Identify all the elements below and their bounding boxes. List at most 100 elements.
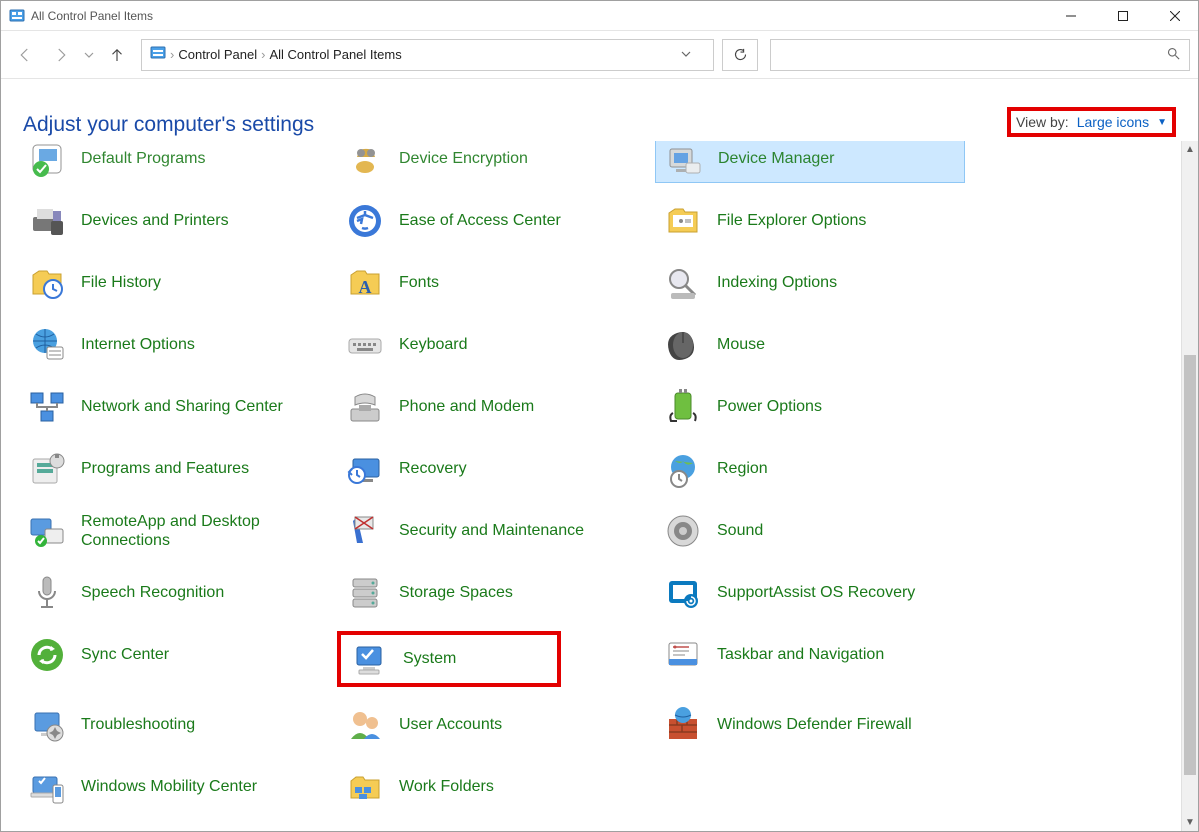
cp-item-power-options[interactable]: Power Options — [655, 383, 965, 431]
cp-item-label: Device Encryption — [399, 149, 528, 168]
sound-icon — [661, 509, 705, 553]
cp-item-label: Programs and Features — [81, 459, 249, 478]
cp-item-speech-recognition[interactable]: Speech Recognition — [19, 569, 329, 617]
devices-printers-icon — [25, 199, 69, 243]
cp-item-label: Mouse — [717, 335, 765, 354]
items-grid: Default Programs Device Encryption Device … — [1, 141, 1181, 831]
cp-item-label: File History — [81, 273, 161, 292]
cp-item-label: Devices and Printers — [81, 211, 229, 230]
scrollbar-thumb[interactable] — [1184, 355, 1196, 775]
cp-item-label: Security and Maintenance — [399, 521, 584, 540]
titlebar: All Control Panel Items — [1, 1, 1198, 31]
remoteapp-icon — [25, 509, 69, 553]
cp-item-work-folders[interactable]: Work Folders — [337, 763, 647, 811]
nav-recent-dropdown[interactable] — [81, 39, 97, 71]
cp-item-security-and-maintenance[interactable]: Security and Maintenance — [337, 507, 647, 555]
close-button[interactable] — [1152, 1, 1198, 31]
maximize-button[interactable] — [1100, 1, 1146, 31]
cp-item-label: Sound — [717, 521, 763, 540]
cp-item-keyboard[interactable]: Keyboard — [337, 321, 647, 369]
cp-item-label: Network and Sharing Center — [81, 397, 283, 416]
cp-item-windows-defender-firewall[interactable]: Windows Defender Firewall — [655, 701, 965, 749]
cp-item-file-history[interactable]: File History — [19, 259, 329, 307]
minimize-button[interactable] — [1048, 1, 1094, 31]
breadcrumb-seg-all-items[interactable]: All Control Panel Items — [269, 47, 401, 62]
control-panel-app-icon — [9, 8, 25, 24]
cp-item-fonts[interactable]: AFonts — [337, 259, 647, 307]
cp-item-label: Sync Center — [81, 645, 169, 664]
cp-item-label: Keyboard — [399, 335, 468, 354]
cp-item-device-encryption[interactable]: Device Encryption — [337, 141, 647, 183]
work-folders-icon — [343, 765, 387, 809]
default-programs-icon — [25, 141, 69, 181]
device-manager-icon — [662, 141, 706, 181]
cp-item-remoteapp-and-desktop-connections[interactable]: RemoteApp and Desktop Connections — [19, 507, 329, 555]
nav-forward-button[interactable] — [45, 39, 77, 71]
cp-item-region[interactable]: Region — [655, 445, 965, 493]
cp-item-label: Recovery — [399, 459, 467, 478]
cp-item-label: File Explorer Options — [717, 211, 866, 230]
cp-item-windows-mobility-center[interactable]: Windows Mobility Center — [19, 763, 329, 811]
taskbar-nav-icon — [661, 633, 705, 677]
cp-item-label: Power Options — [717, 397, 822, 416]
navbar: › Control Panel › All Control Panel Item… — [1, 31, 1198, 79]
cp-item-sync-center[interactable]: Sync Center — [19, 631, 329, 679]
refresh-button[interactable] — [722, 39, 758, 71]
cp-item-programs-and-features[interactable]: Programs and Features — [19, 445, 329, 493]
cp-item-storage-spaces[interactable]: Storage Spaces — [337, 569, 647, 617]
cp-item-file-explorer-options[interactable]: File Explorer Options — [655, 197, 965, 245]
nav-back-button[interactable] — [9, 39, 41, 71]
cp-item-internet-options[interactable]: Internet Options — [19, 321, 329, 369]
cp-item-troubleshooting[interactable]: Troubleshooting — [19, 701, 329, 749]
cp-item-mouse[interactable]: Mouse — [655, 321, 965, 369]
system-icon — [347, 637, 391, 681]
cp-item-devices-and-printers[interactable]: Devices and Printers — [19, 197, 329, 245]
cp-item-label: Region — [717, 459, 768, 478]
cp-item-label: Windows Mobility Center — [81, 777, 257, 796]
chevron-right-icon: › — [170, 47, 174, 62]
cp-item-label: Internet Options — [81, 335, 195, 354]
cp-item-supportassist-os-recovery[interactable]: SupportAssist OS Recovery — [655, 569, 965, 617]
phone-modem-icon — [343, 385, 387, 429]
indexing-options-icon — [661, 261, 705, 305]
chevron-right-icon: › — [261, 47, 265, 62]
search-input[interactable] — [779, 46, 1166, 63]
speech-icon — [25, 571, 69, 615]
file-explorer-options-icon — [661, 199, 705, 243]
cp-item-taskbar-and-navigation[interactable]: Taskbar and Navigation — [655, 631, 965, 679]
control-panel-breadcrumb-icon — [150, 45, 166, 64]
network-sharing-icon — [25, 385, 69, 429]
view-by-label: View by: — [1016, 114, 1069, 130]
cp-item-indexing-options[interactable]: Indexing Options — [655, 259, 965, 307]
view-by-selector[interactable]: View by: Large icons ▼ — [1007, 107, 1176, 137]
nav-up-button[interactable] — [101, 39, 133, 71]
programs-features-icon — [25, 447, 69, 491]
cp-item-ease-of-access-center[interactable]: Ease of Access Center — [337, 197, 647, 245]
mouse-icon — [661, 323, 705, 367]
vertical-scrollbar[interactable]: ▲ ▼ — [1181, 141, 1198, 831]
address-dropdown-icon[interactable] — [667, 47, 705, 62]
breadcrumb-seg-control-panel[interactable]: Control Panel — [178, 47, 257, 62]
cp-item-sound[interactable]: Sound — [655, 507, 965, 555]
window-title: All Control Panel Items — [31, 9, 153, 23]
search-box[interactable] — [770, 39, 1190, 71]
scroll-up-arrow-icon[interactable]: ▲ — [1182, 141, 1198, 158]
cp-item-label: Default Programs — [81, 149, 206, 168]
scrollbar-track[interactable] — [1182, 158, 1198, 814]
cp-item-recovery[interactable]: Recovery — [337, 445, 647, 493]
file-history-icon — [25, 261, 69, 305]
address-bar[interactable]: › Control Panel › All Control Panel Item… — [141, 39, 714, 71]
scroll-down-arrow-icon[interactable]: ▼ — [1182, 814, 1198, 831]
cp-item-user-accounts[interactable]: User Accounts — [337, 701, 647, 749]
region-icon — [661, 447, 705, 491]
cp-item-label: Windows Defender Firewall — [717, 715, 912, 734]
cp-item-network-and-sharing-center[interactable]: Network and Sharing Center — [19, 383, 329, 431]
search-icon[interactable] — [1166, 46, 1181, 64]
cp-item-label: Ease of Access Center — [399, 211, 561, 230]
troubleshooting-icon — [25, 703, 69, 747]
cp-item-phone-and-modem[interactable]: Phone and Modem — [337, 383, 647, 431]
control-panel-window: All Control Panel Items › Control Panel … — [0, 0, 1199, 832]
cp-item-system[interactable]: System — [337, 631, 561, 687]
cp-item-default-programs[interactable]: Default Programs — [19, 141, 329, 183]
cp-item-device-manager[interactable]: Device Manager — [655, 141, 965, 183]
